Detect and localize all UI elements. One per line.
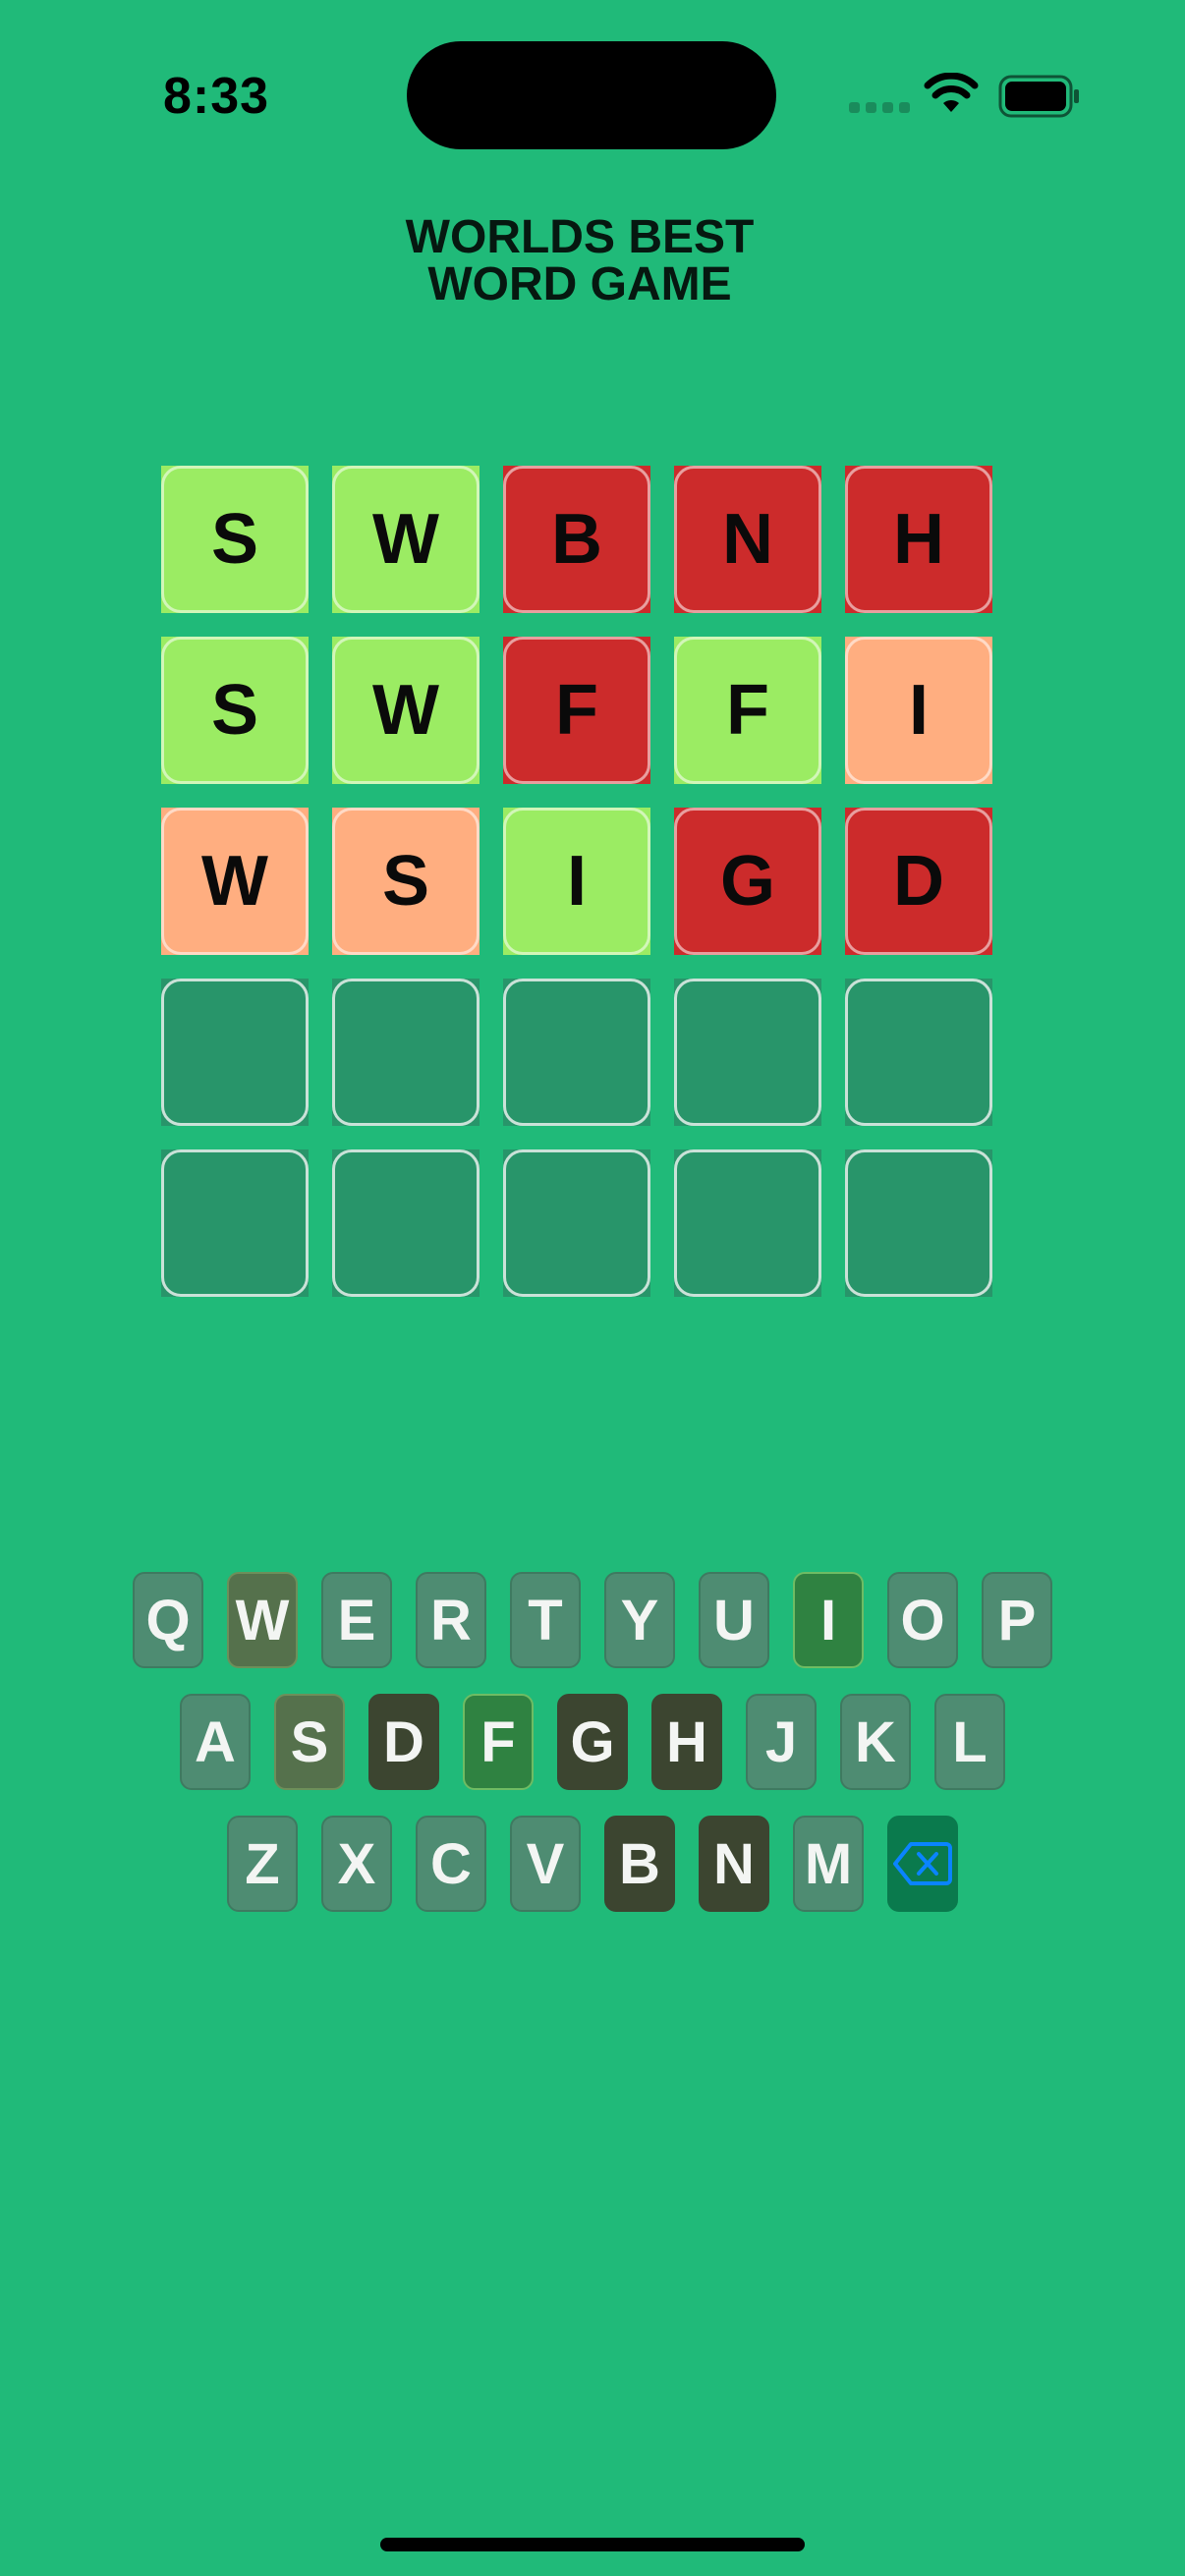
title-line-2: WORD GAME [427, 258, 732, 310]
tile-letter: W [161, 808, 309, 955]
grid-row: SWBNH [161, 466, 992, 613]
letter-grid: SWBNHSWFFIWSIGD [161, 466, 992, 1320]
key-t[interactable]: T [510, 1572, 581, 1668]
key-f[interactable]: F [463, 1694, 534, 1790]
tile-letter: F [674, 637, 821, 784]
tile-letter: D [845, 808, 992, 955]
letter-tile [332, 979, 480, 1126]
grid-row [161, 1149, 992, 1297]
key-q[interactable]: Q [133, 1572, 203, 1668]
letter-tile: I [503, 808, 650, 955]
keyboard-row: ZXCVBNM [0, 1816, 1185, 1912]
tile-letter: W [332, 466, 480, 613]
letter-tile [845, 1149, 992, 1297]
key-i[interactable]: I [793, 1572, 864, 1668]
home-indicator[interactable] [380, 2538, 805, 2551]
letter-tile [161, 1149, 309, 1297]
dynamic-island [407, 41, 776, 149]
key-e[interactable]: E [321, 1572, 392, 1668]
key-g[interactable]: G [557, 1694, 628, 1790]
tile-letter [161, 1149, 309, 1297]
delete-key[interactable] [887, 1816, 958, 1912]
letter-tile [845, 979, 992, 1126]
key-j[interactable]: J [746, 1694, 817, 1790]
tile-letter: W [332, 637, 480, 784]
key-c[interactable]: C [416, 1816, 486, 1912]
tile-letter [674, 979, 821, 1126]
tile-letter: H [845, 466, 992, 613]
letter-tile: S [161, 637, 309, 784]
grid-row: WSIGD [161, 808, 992, 955]
letter-tile: S [161, 466, 309, 613]
letter-tile: W [332, 466, 480, 613]
key-z[interactable]: Z [227, 1816, 298, 1912]
letter-tile [503, 979, 650, 1126]
letter-tile: H [845, 466, 992, 613]
tile-letter [332, 1149, 480, 1297]
tile-letter [161, 979, 309, 1126]
delete-backspace-icon [893, 1842, 952, 1885]
key-y[interactable]: Y [604, 1572, 675, 1668]
cellular-signal-icon [849, 102, 910, 113]
on-screen-keyboard: QWERTYUIOP ASDFGHJKL ZXCVBNM [0, 1572, 1185, 1937]
letter-tile: F [674, 637, 821, 784]
tile-letter [845, 979, 992, 1126]
tile-letter: S [161, 466, 309, 613]
letter-tile: W [161, 808, 309, 955]
tile-letter [503, 1149, 650, 1297]
tile-letter [674, 1149, 821, 1297]
letter-tile [674, 1149, 821, 1297]
key-p[interactable]: P [982, 1572, 1052, 1668]
status-time: 8:33 [163, 68, 270, 125]
keyboard-row: ASDFGHJKL [0, 1694, 1185, 1790]
tile-letter: I [503, 808, 650, 955]
letter-tile: W [332, 637, 480, 784]
key-s[interactable]: S [274, 1694, 345, 1790]
key-v[interactable]: V [510, 1816, 581, 1912]
letter-tile: I [845, 637, 992, 784]
key-n[interactable]: N [699, 1816, 769, 1912]
letter-tile: F [503, 637, 650, 784]
battery-icon [998, 75, 1079, 118]
title-line-1: WORLDS BEST [405, 211, 755, 263]
key-a[interactable]: A [180, 1694, 251, 1790]
letter-tile [161, 979, 309, 1126]
keyboard-row: QWERTYUIOP [0, 1572, 1185, 1668]
key-r[interactable]: R [416, 1572, 486, 1668]
key-u[interactable]: U [699, 1572, 769, 1668]
key-h[interactable]: H [651, 1694, 722, 1790]
tile-letter: N [674, 466, 821, 613]
letter-tile [503, 1149, 650, 1297]
letter-tile [674, 979, 821, 1126]
key-o[interactable]: O [887, 1572, 958, 1668]
letter-tile [332, 1149, 480, 1297]
tile-letter: S [161, 637, 309, 784]
game-title: WORLDS BEST WORD GAME [0, 214, 1159, 308]
letter-tile: S [332, 808, 480, 955]
letter-tile: B [503, 466, 650, 613]
key-x[interactable]: X [321, 1816, 392, 1912]
key-d[interactable]: D [368, 1694, 439, 1790]
key-m[interactable]: M [793, 1816, 864, 1912]
grid-row [161, 979, 992, 1126]
tile-letter [503, 979, 650, 1126]
letter-tile: G [674, 808, 821, 955]
key-l[interactable]: L [934, 1694, 1005, 1790]
letter-tile: N [674, 466, 821, 613]
wifi-icon [924, 73, 979, 112]
key-k[interactable]: K [840, 1694, 911, 1790]
key-w[interactable]: W [227, 1572, 298, 1668]
tile-letter [845, 1149, 992, 1297]
key-b[interactable]: B [604, 1816, 675, 1912]
tile-letter: S [332, 808, 480, 955]
grid-row: SWFFI [161, 637, 992, 784]
tile-letter [332, 979, 480, 1126]
tile-letter: G [674, 808, 821, 955]
tile-letter: I [845, 637, 992, 784]
tile-letter: F [503, 637, 650, 784]
tile-letter: B [503, 466, 650, 613]
letter-tile: D [845, 808, 992, 955]
